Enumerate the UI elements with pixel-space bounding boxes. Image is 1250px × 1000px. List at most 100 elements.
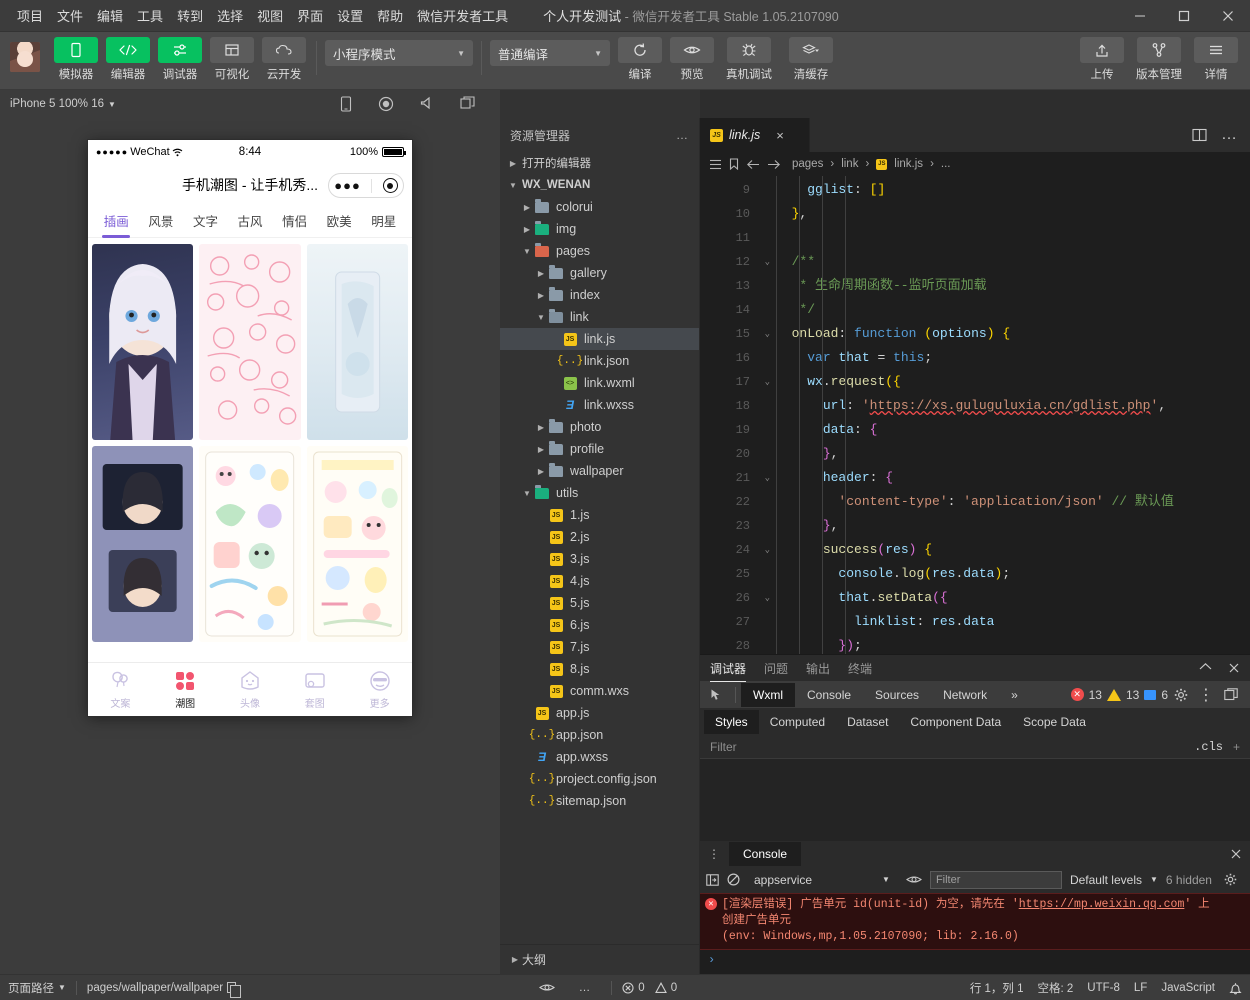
tree-folder[interactable]: ▶ photo [500, 416, 699, 438]
gallery-item[interactable] [306, 446, 408, 642]
minimize-button[interactable] [1118, 0, 1162, 32]
more-icon[interactable]: … [1221, 126, 1238, 144]
encoding[interactable]: UTF-8 [1087, 982, 1120, 994]
tree-file[interactable]: ▶{..}project.config.json [500, 768, 699, 790]
dock-icon[interactable] [1224, 688, 1238, 701]
gallery-item[interactable] [306, 244, 408, 440]
tree-folder[interactable]: ▼ link [500, 306, 699, 328]
language-mode[interactable]: JavaScript [1161, 982, 1215, 994]
styles-filter-input[interactable]: Filter [710, 740, 737, 754]
inspector-tab-console[interactable]: Console [795, 683, 863, 707]
target-icon[interactable] [382, 178, 398, 193]
menu-item[interactable]: 视图 [250, 2, 290, 29]
console-close-icon[interactable] [1230, 848, 1242, 860]
tree-folder[interactable]: ▶ gallery [500, 262, 699, 284]
styles-tab[interactable]: Scope Data [1012, 710, 1097, 734]
error-link[interactable]: https://mp.weixin.qq.com [1019, 898, 1185, 911]
menu-item[interactable]: 帮助 [370, 2, 410, 29]
menu-item[interactable]: 项目 [10, 2, 50, 29]
gallery-item[interactable] [92, 446, 194, 642]
mode-select[interactable]: 小程序模式 ▼ [325, 40, 473, 66]
cls-button[interactable]: .cls [1194, 740, 1223, 754]
code-line[interactable]: var that = this; [756, 346, 1250, 370]
chevron-down-icon[interactable]: ▼ [520, 489, 534, 498]
record-icon[interactable] [378, 96, 394, 112]
page-path-value[interactable]: pages/wallpaper/wallpaper [87, 982, 242, 998]
toolbar-item-version[interactable]: 版本管理 [1130, 37, 1188, 82]
code-editor[interactable]: 9 10 11 12 ⌄ 13 14 15 ⌄ 16 17 ⌄ 18 19 20 21 ⌄ 22 23 24 ⌄ 25 26… [700, 176, 1250, 654]
tree-file[interactable]: ▶{..}link.json [500, 350, 699, 372]
code-line[interactable]: }, [756, 442, 1250, 466]
clear-console-icon[interactable] [727, 873, 740, 886]
chevron-down-icon[interactable]: ▼ [534, 313, 548, 322]
kebab-icon[interactable]: ⋮ [1198, 685, 1214, 705]
code-line[interactable]: linklist: res.data [756, 610, 1250, 634]
volume-icon[interactable] [420, 96, 434, 112]
phone-tabbar-item[interactable]: 更多 [347, 663, 412, 716]
category-tab[interactable]: 古风 [228, 205, 273, 238]
tree-file[interactable]: ▶Ǝlink.wxss [500, 394, 699, 416]
tree-file[interactable]: ▶JS2.js [500, 526, 699, 548]
toolbar-item-compile[interactable]: 编译 [616, 37, 664, 82]
issue-counts[interactable]: ✕ 13 13 6 [1070, 688, 1174, 702]
chevron-right-icon[interactable]: ▶ [534, 269, 548, 278]
breadcrumb-item-pages[interactable]: pages [792, 158, 823, 170]
console-filter-input[interactable]: Filter [929, 870, 1062, 889]
panel-tab[interactable]: 终端 [848, 656, 872, 681]
code-line[interactable]: */ [756, 298, 1250, 322]
inspector-tab-wxml[interactable]: Wxml [741, 682, 795, 707]
tree-folder[interactable]: ▼ WX_WENAN [500, 174, 699, 196]
tree-file[interactable]: ▶JS7.js [500, 636, 699, 658]
tree-folder[interactable]: ▶ wallpaper [500, 460, 699, 482]
more-dots-icon[interactable]: ●●● [334, 178, 361, 193]
code-line[interactable]: gglist: [] [756, 178, 1250, 202]
chevron-right-icon[interactable]: ▶ [520, 203, 534, 212]
console-context-select[interactable]: appservice [754, 873, 812, 887]
chevron-down-icon[interactable]: ▼ [506, 181, 520, 190]
console-tab[interactable]: Console [729, 841, 802, 866]
code-line[interactable]: }); [756, 634, 1250, 654]
code-line[interactable]: console.log(res.data); [756, 562, 1250, 586]
code-content[interactable]: gglist: [] }, /** * 生命周期函数--监听页面加载 */ on… [756, 176, 1250, 654]
list-icon[interactable] [709, 159, 722, 170]
capsule-button[interactable]: ●●● [328, 173, 404, 198]
styles-tab[interactable]: Styles [704, 709, 759, 734]
menu-item[interactable]: 设置 [330, 2, 370, 29]
inspector-tab-overflow[interactable]: » [999, 683, 1030, 707]
code-line[interactable]: /** [756, 250, 1250, 274]
inspector-tab-sources[interactable]: Sources [863, 683, 931, 707]
toolbar-item-details[interactable]: 详情 [1192, 37, 1240, 82]
console-eye-icon[interactable] [906, 874, 922, 885]
toolbar-item-visual[interactable]: 可视化 [208, 37, 256, 82]
toolbar-item-cloud[interactable]: 云开发 [260, 37, 308, 82]
bell-icon[interactable] [1229, 981, 1242, 995]
tree-folder[interactable]: ▶ profile [500, 438, 699, 460]
menu-item[interactable]: 选择 [210, 2, 250, 29]
console-settings-icon[interactable] [1224, 873, 1237, 886]
outline-section[interactable]: ▶ 大纲 [500, 944, 699, 974]
tree-folder[interactable]: ▶ img [500, 218, 699, 240]
chevron-down-icon[interactable]: ▼ [520, 247, 534, 256]
menu-item[interactable]: 转到 [170, 2, 210, 29]
tree-file[interactable]: ▶<>link.wxml [500, 372, 699, 394]
toolbar-item-editor[interactable]: 编辑器 [104, 37, 152, 82]
indent-setting[interactable]: 空格: 2 [1038, 980, 1074, 996]
gallery-item[interactable] [199, 446, 301, 642]
chevron-right-icon[interactable]: ▶ [506, 159, 520, 168]
close-button[interactable] [1206, 0, 1250, 32]
add-rule-icon[interactable]: + [1233, 740, 1240, 754]
device-icon[interactable] [340, 96, 352, 112]
page-path-label[interactable]: 页面路径 ▼ [8, 980, 66, 996]
toolbar-item-preview[interactable]: 预览 [668, 37, 716, 82]
gallery-item[interactable] [199, 244, 301, 440]
compile-mode-select[interactable]: 普通编译 ▼ [490, 40, 610, 66]
code-line[interactable]: }, [756, 514, 1250, 538]
code-line[interactable]: 'content-type': 'application/json' // 默认… [756, 490, 1250, 514]
panel-tab[interactable]: 输出 [806, 656, 830, 681]
collapse-icon[interactable] [1199, 662, 1212, 674]
code-line[interactable]: data: { [756, 418, 1250, 442]
console-error-message[interactable]: ✕ [渲染层错误] 广告单元 id(unit-id) 为空，请先在 'https… [700, 892, 1250, 950]
tree-folder[interactable]: ▶ colorui [500, 196, 699, 218]
phone-tabbar-item[interactable]: 头像 [218, 663, 283, 716]
styles-tab[interactable]: Dataset [836, 710, 899, 734]
